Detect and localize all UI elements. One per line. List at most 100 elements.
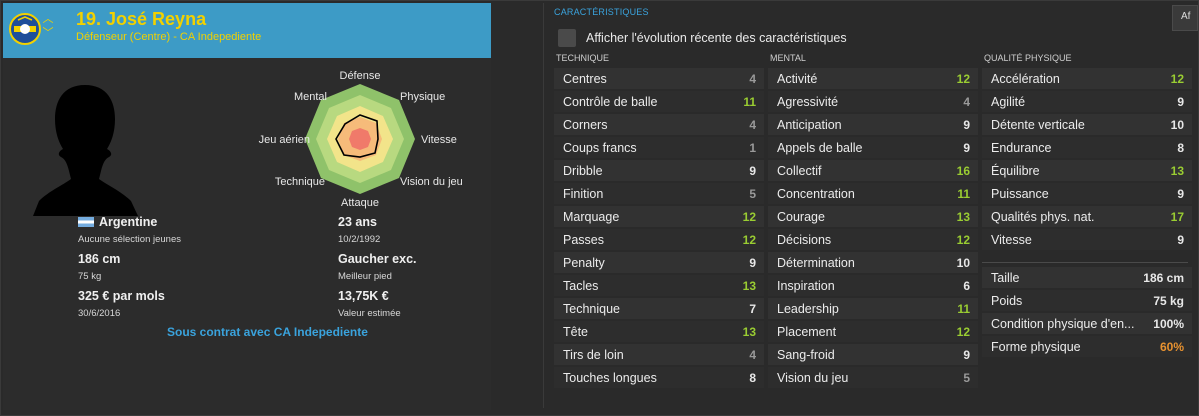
physical-info-row[interactable]: Condition physique d'en... 100% bbox=[982, 312, 1192, 335]
physical-attribute-name: Endurance bbox=[991, 141, 1052, 155]
physical-attribute-name: Accélération bbox=[991, 72, 1060, 86]
physical-attribute-row[interactable]: Vitesse 9 bbox=[982, 228, 1192, 251]
radar-label-mental: Mental bbox=[294, 91, 327, 103]
mental-attribute-value: 9 bbox=[963, 118, 970, 132]
chevron-down-icon[interactable]: ﹀ bbox=[41, 26, 55, 40]
technique-attribute-row[interactable]: Penalty 9 bbox=[554, 251, 764, 274]
technique-attribute-value: 9 bbox=[749, 164, 756, 178]
physical-attribute-row[interactable]: Détente verticale 10 bbox=[982, 113, 1192, 136]
mental-attribute-name: Leadership bbox=[777, 302, 839, 316]
value-amount: 13,75K € bbox=[338, 289, 389, 303]
youth-caps: Aucune sélection jeunes bbox=[78, 234, 181, 245]
physical-info-row[interactable]: Poids 75 kg bbox=[982, 289, 1192, 312]
physical-attribute-name: Qualités phys. nat. bbox=[991, 210, 1095, 224]
player-overview-panel: ︿ ﹀ 19. José Reyna Défenseur (Centre) - … bbox=[3, 3, 491, 410]
technique-attribute-row[interactable]: Corners 4 bbox=[554, 113, 764, 136]
technique-attribute-value: 9 bbox=[749, 256, 756, 270]
physical-attribute-row[interactable]: Puissance 9 bbox=[982, 182, 1192, 205]
physical-attribute-name: Vitesse bbox=[991, 233, 1032, 247]
evolution-checkbox[interactable] bbox=[558, 29, 576, 47]
physical-info-value: 75 kg bbox=[1153, 294, 1184, 308]
mental-attribute-name: Placement bbox=[777, 325, 837, 339]
physical-attribute-value: 10 bbox=[1170, 118, 1184, 132]
mental-attribute-name: Agressivité bbox=[777, 95, 839, 109]
radar-label-technique: Technique bbox=[275, 176, 325, 188]
nationality[interactable]: Argentine bbox=[78, 215, 157, 229]
radar-label-attaque: Attaque bbox=[341, 197, 379, 209]
physical-attribute-name: Équilibre bbox=[991, 164, 1040, 178]
mental-attribute-row[interactable]: Appels de balle 9 bbox=[768, 136, 978, 159]
mental-attribute-row[interactable]: Inspiration 6 bbox=[768, 274, 978, 297]
radar-label-jeu-aerien: Jeu aérien bbox=[259, 134, 310, 146]
physical-attribute-value: 17 bbox=[1170, 210, 1184, 224]
mental-attribute-value: 11 bbox=[957, 302, 970, 316]
mental-attribute-row[interactable]: Agressivité 4 bbox=[768, 90, 978, 113]
foot-label: Meilleur pied bbox=[338, 271, 392, 282]
mental-attribute-name: Décisions bbox=[777, 233, 832, 247]
technique-attribute-name: Centres bbox=[563, 72, 607, 86]
mental-column: MENTAL Activité 12 Agressivité 4 Anticipatio… bbox=[768, 53, 978, 389]
technique-attribute-name: Contrôle de balle bbox=[563, 95, 658, 109]
physical-attribute-value: 9 bbox=[1177, 95, 1184, 109]
af-button[interactable]: Af bbox=[1172, 5, 1198, 31]
technique-attribute-name: Marquage bbox=[563, 210, 620, 224]
mental-attribute-name: Détermination bbox=[777, 256, 855, 270]
mental-header: MENTAL bbox=[770, 53, 806, 63]
mental-attribute-value: 13 bbox=[956, 210, 970, 224]
technique-attribute-name: Corners bbox=[563, 118, 608, 132]
technique-attribute-row[interactable]: Touches longues 8 bbox=[554, 366, 764, 389]
technique-attribute-row[interactable]: Contrôle de balle 11 bbox=[554, 90, 764, 113]
mental-attribute-value: 11 bbox=[957, 187, 970, 201]
radar-label-vision: Vision du jeu bbox=[400, 176, 463, 188]
technique-attribute-row[interactable]: Tirs de loin 4 bbox=[554, 343, 764, 366]
mental-attribute-row[interactable]: Décisions 12 bbox=[768, 228, 978, 251]
mental-attribute-name: Sang-froid bbox=[777, 348, 835, 362]
technique-attribute-row[interactable]: Finition 5 bbox=[554, 182, 764, 205]
mental-attribute-row[interactable]: Placement 12 bbox=[768, 320, 978, 343]
physical-attribute-row[interactable]: Endurance 8 bbox=[982, 136, 1192, 159]
technique-attribute-row[interactable]: Centres 4 bbox=[554, 67, 764, 90]
mental-attribute-row[interactable]: Détermination 10 bbox=[768, 251, 978, 274]
mental-attribute-name: Appels de balle bbox=[777, 141, 863, 155]
technique-attribute-row[interactable]: Dribble 9 bbox=[554, 159, 764, 182]
mental-attribute-row[interactable]: Courage 13 bbox=[768, 205, 978, 228]
physical-attribute-row[interactable]: Accélération 12 bbox=[982, 67, 1192, 90]
mental-attribute-row[interactable]: Collectif 16 bbox=[768, 159, 978, 182]
technique-attribute-row[interactable]: Tête 13 bbox=[554, 320, 764, 343]
physical-info-row[interactable]: Forme physique 60% bbox=[982, 335, 1192, 358]
technique-attribute-row[interactable]: Tacles 13 bbox=[554, 274, 764, 297]
radar-ring-inner bbox=[349, 128, 371, 150]
mental-attribute-row[interactable]: Activité 12 bbox=[768, 67, 978, 90]
technique-attribute-value: 4 bbox=[749, 348, 756, 362]
chevron-up-icon[interactable]: ︿ bbox=[41, 12, 55, 26]
player-name: 19. José Reyna bbox=[76, 9, 207, 29]
technique-attribute-name: Tête bbox=[563, 325, 589, 339]
physical-attribute-row[interactable]: Qualités phys. nat. 17 bbox=[982, 205, 1192, 228]
physical-attribute-value: 8 bbox=[1177, 141, 1184, 155]
technique-attribute-row[interactable]: Technique 7 bbox=[554, 297, 764, 320]
mental-attribute-value: 4 bbox=[963, 95, 970, 109]
physical-header: QUALITÉ PHYSIQUE bbox=[984, 53, 1072, 63]
club-crest-icon[interactable] bbox=[9, 13, 41, 45]
height-value: 186 cm bbox=[78, 252, 121, 266]
technique-column: TECHNIQUE Centres 4 Contrôle de balle 11 Cor… bbox=[554, 53, 764, 389]
technique-attribute-name: Finition bbox=[563, 187, 604, 201]
mental-attribute-row[interactable]: Sang-froid 9 bbox=[768, 343, 978, 366]
physical-attribute-name: Agilité bbox=[991, 95, 1026, 109]
technique-attribute-name: Tacles bbox=[563, 279, 599, 293]
physical-info-row[interactable]: Taille 186 cm bbox=[982, 266, 1192, 289]
mental-attribute-row[interactable]: Leadership 11 bbox=[768, 297, 978, 320]
mental-attribute-row[interactable]: Vision du jeu 5 bbox=[768, 366, 978, 389]
physical-attribute-value: 9 bbox=[1177, 233, 1184, 247]
technique-attribute-row[interactable]: Passes 12 bbox=[554, 228, 764, 251]
mental-attribute-row[interactable]: Anticipation 9 bbox=[768, 113, 978, 136]
mental-attribute-row[interactable]: Concentration 11 bbox=[768, 182, 978, 205]
contract-club-link[interactable]: Sous contrat avec CA Indepediente bbox=[167, 325, 368, 339]
attributes-panel: CARACTÉRISTIQUES Af Afficher l'évolution… bbox=[543, 3, 1198, 408]
technique-attribute-name: Penalty bbox=[563, 256, 605, 270]
technique-attribute-row[interactable]: Coups francs 1 bbox=[554, 136, 764, 159]
physical-attribute-row[interactable]: Équilibre 13 bbox=[982, 159, 1192, 182]
physical-attribute-row[interactable]: Agilité 9 bbox=[982, 90, 1192, 113]
radar-label-vitesse: Vitesse bbox=[421, 134, 457, 146]
technique-attribute-row[interactable]: Marquage 12 bbox=[554, 205, 764, 228]
